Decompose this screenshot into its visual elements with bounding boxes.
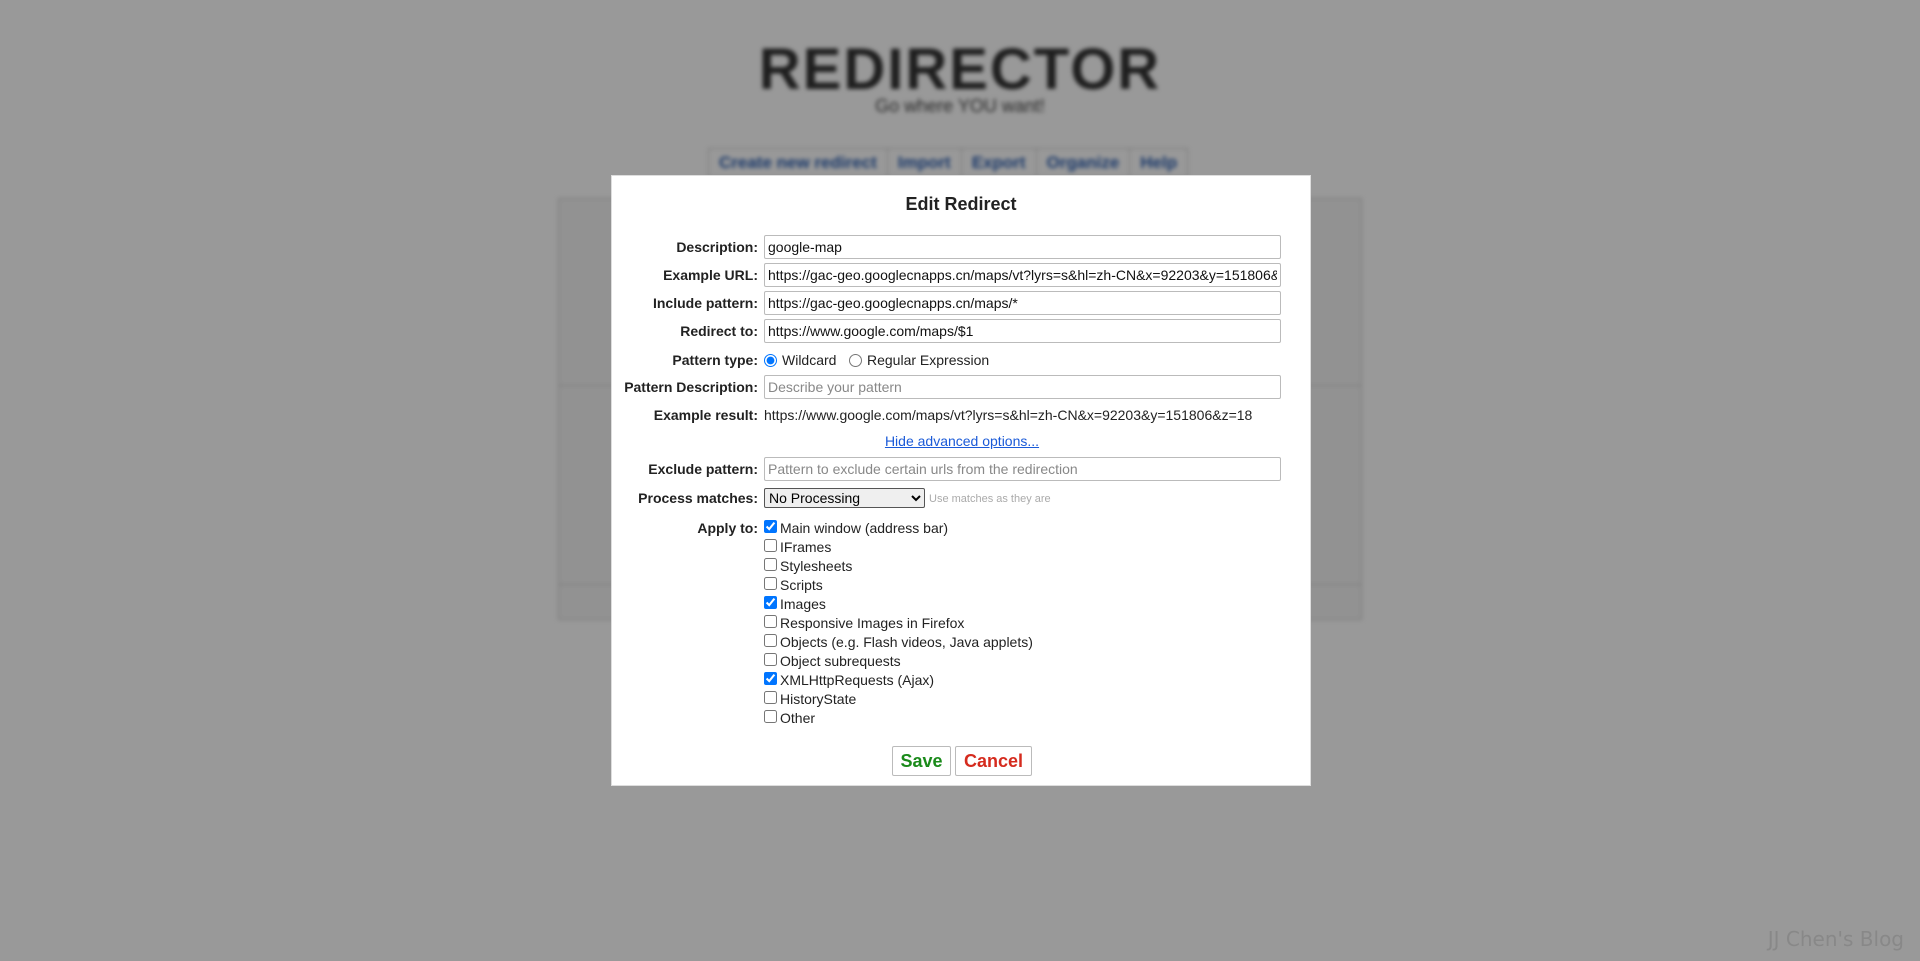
- apply-to-item-label: Stylesheets: [780, 558, 853, 574]
- description-label: Description:: [676, 239, 758, 255]
- apply-to-item[interactable]: Objects (e.g. Flash videos, Java applets…: [764, 634, 1033, 653]
- apply-to-item-label: Objects (e.g. Flash videos, Java applets…: [780, 634, 1033, 650]
- process-matches-label: Process matches:: [638, 490, 758, 506]
- watermark: JJ Chen's Blog: [1767, 927, 1904, 951]
- redirect-to-input[interactable]: [764, 319, 1281, 343]
- apply-to-checkbox[interactable]: [764, 653, 777, 666]
- apply-to-item[interactable]: XMLHttpRequests (Ajax): [764, 672, 1033, 691]
- apply-to-item-label: Main window (address bar): [780, 520, 949, 536]
- example-url-row: Example URL:: [612, 263, 1312, 287]
- wildcard-radio[interactable]: Wildcard: [764, 352, 836, 368]
- apply-to-row: Apply to: Main window (address bar) IFram…: [612, 520, 1312, 740]
- redirect-to-row: Redirect to:: [612, 319, 1312, 343]
- pattern-type-label: Pattern type:: [672, 352, 758, 368]
- apply-to-item-label: HistoryState: [780, 691, 857, 707]
- wildcard-radio-input[interactable]: [764, 353, 777, 367]
- apply-to-item-label: Object subrequests: [780, 653, 901, 669]
- apply-to-checkbox[interactable]: [764, 539, 777, 552]
- apply-to-item-label: Other: [780, 710, 816, 726]
- apply-to-item[interactable]: Scripts: [764, 577, 1033, 596]
- apply-to-item[interactable]: Object subrequests: [764, 653, 1033, 672]
- apply-to-item[interactable]: HistoryState: [764, 691, 1033, 710]
- pattern-description-input[interactable]: [764, 375, 1281, 399]
- description-row: Description:: [612, 235, 1312, 259]
- include-pattern-label: Include pattern:: [652, 295, 758, 311]
- example-result-label: Example result:: [653, 407, 758, 423]
- apply-to-item-label: Responsive Images in Firefox: [780, 615, 965, 631]
- pattern-type-row: Pattern type: Wildcard Regular Expressio…: [612, 348, 1312, 372]
- regex-radio[interactable]: Regular Expression: [849, 352, 989, 368]
- regex-radio-input[interactable]: [849, 353, 862, 367]
- process-matches-hint: Use matches as they are: [929, 493, 1051, 505]
- apply-to-checkbox[interactable]: [764, 577, 777, 590]
- wildcard-label: Wildcard: [782, 352, 837, 368]
- apply-to-list: Main window (address bar) IFrames Styleshe…: [764, 520, 1033, 729]
- apply-to-item-label: Scripts: [780, 577, 823, 593]
- redirect-to-label: Redirect to:: [680, 323, 758, 339]
- apply-to-item[interactable]: Images: [764, 596, 1033, 615]
- hide-advanced-options-link[interactable]: Hide advanced options...: [612, 433, 1312, 449]
- description-input[interactable]: [764, 235, 1281, 259]
- apply-to-item[interactable]: Responsive Images in Firefox: [764, 615, 1033, 634]
- include-pattern-input[interactable]: [764, 291, 1281, 315]
- process-matches-row: Process matches: No Processing Use match…: [612, 488, 1312, 512]
- save-button[interactable]: Save: [892, 746, 951, 776]
- apply-to-item[interactable]: Main window (address bar): [764, 520, 1033, 539]
- apply-to-checkbox[interactable]: [764, 634, 777, 647]
- apply-to-checkbox[interactable]: [764, 672, 777, 685]
- dialog-title: Edit Redirect: [905, 194, 1017, 214]
- example-url-input[interactable]: [764, 263, 1281, 287]
- process-matches-select[interactable]: No Processing: [764, 488, 925, 508]
- regex-label: Regular Expression: [867, 352, 990, 368]
- example-result-row: Example result: https://www.google.com/m…: [612, 403, 1312, 427]
- exclude-pattern-label: Exclude pattern:: [648, 461, 758, 477]
- exclude-pattern-row: Exclude pattern:: [612, 457, 1312, 481]
- pattern-description-row: Pattern Description:: [612, 375, 1312, 399]
- apply-to-checkbox[interactable]: [764, 558, 777, 571]
- pattern-description-label: Pattern Description:: [624, 379, 758, 395]
- example-result-value: https://www.google.com/maps/vt?lyrs=s&hl…: [764, 407, 1253, 423]
- example-url-label: Example URL:: [663, 267, 758, 283]
- apply-to-checkbox[interactable]: [764, 615, 777, 628]
- apply-to-checkbox[interactable]: [764, 710, 777, 723]
- apply-to-item-label: IFrames: [780, 539, 832, 555]
- apply-to-item-label: Images: [780, 596, 826, 612]
- edit-redirect-dialog: Edit Redirect Description: Example URL: …: [611, 175, 1311, 786]
- apply-to-item[interactable]: Stylesheets: [764, 558, 1033, 577]
- apply-to-item[interactable]: Other: [764, 710, 1033, 729]
- cancel-button[interactable]: Cancel: [955, 746, 1032, 776]
- apply-to-item-label: XMLHttpRequests (Ajax): [780, 672, 935, 688]
- apply-to-checkbox[interactable]: [764, 596, 777, 609]
- include-pattern-row: Include pattern:: [612, 291, 1312, 315]
- apply-to-item[interactable]: IFrames: [764, 539, 1033, 558]
- exclude-pattern-input[interactable]: [764, 457, 1281, 481]
- apply-to-checkbox[interactable]: [764, 691, 777, 704]
- apply-to-checkbox[interactable]: [764, 520, 777, 533]
- apply-to-label: Apply to:: [697, 520, 758, 536]
